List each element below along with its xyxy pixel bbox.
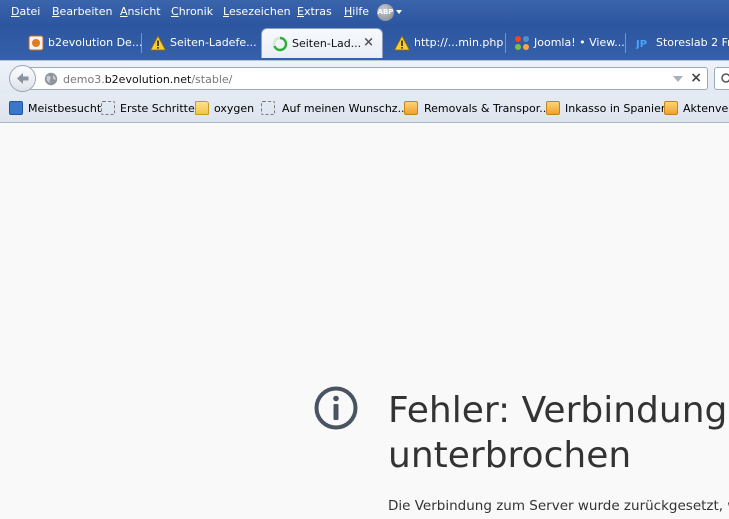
menu-label: earbeiten	[59, 5, 113, 18]
menu-hilfe[interactable]: Hilfe	[344, 5, 369, 18]
tab-label: b2evolution De...	[48, 36, 142, 49]
menu-extras[interactable]: Extras	[297, 5, 332, 18]
menu-label: atei	[19, 5, 41, 18]
b2evolution-favicon-icon	[28, 35, 44, 51]
menu-bar: Datei Bearbeiten Ansicht Chronik Lesezei…	[0, 0, 729, 25]
info-circle-icon	[314, 386, 358, 430]
url-history-dropdown-icon[interactable]	[673, 76, 683, 82]
blank-page-icon	[261, 101, 275, 115]
bookmark-label: Aktenverr	[683, 102, 729, 115]
search-icon	[721, 73, 729, 83]
page-content: Fehler: Verbindung unterbrochen Die Verb…	[0, 123, 729, 519]
rss-feed-icon	[664, 101, 678, 115]
tab-seiten-ladefehler[interactable]: Seiten-Ladefe...	[144, 31, 262, 55]
blank-page-icon	[101, 101, 115, 115]
warning-icon	[394, 35, 410, 51]
tab-storeslab[interactable]: JP Storeslab 2 Fr...	[630, 31, 729, 55]
tab-b2evolution[interactable]: b2evolution De...	[22, 31, 142, 55]
error-description: Die Verbindung zum Server wurde zurückge…	[388, 498, 729, 514]
navigation-bar: demo3.b2evolution.net/stable/ ×	[0, 60, 729, 95]
loading-spinner-icon	[272, 36, 288, 52]
bookmark-label: Erste Schritte	[120, 102, 195, 115]
menu-lesezeichen[interactable]: Lesezeichen	[223, 5, 291, 18]
rss-feed-icon	[404, 101, 418, 115]
url-path: /stable/	[191, 73, 233, 86]
menu-accel: C	[171, 5, 179, 18]
tab-separator	[505, 33, 506, 53]
menu-label: nsicht	[127, 5, 161, 18]
bookmark-label: Removals & Transpor...	[424, 102, 550, 115]
tab-strip: b2evolution De... Seiten-Ladefe... Seite…	[0, 25, 729, 60]
tab-active-seiten-laden[interactable]: Seiten-Lad... ×	[261, 28, 383, 58]
tab-separator	[625, 33, 626, 53]
menu-bearbeiten[interactable]: Bearbeiten	[52, 5, 112, 18]
bookmark-label: Inkasso in Spanien	[565, 102, 668, 115]
globe-icon	[44, 72, 58, 86]
menu-accel: E	[297, 5, 304, 18]
storeslab-favicon-icon: JP	[636, 39, 647, 50]
menu-label: ilfe	[352, 5, 370, 18]
most-visited-icon	[9, 101, 23, 115]
url-subdomain: demo3.	[63, 73, 105, 86]
back-button[interactable]	[9, 65, 36, 92]
adblock-plus-icon[interactable]: ABP	[377, 4, 394, 21]
address-bar[interactable]: demo3.b2evolution.net/stable/ ×	[30, 67, 708, 90]
close-tab-icon[interactable]: ×	[363, 35, 374, 50]
chevron-down-icon[interactable]	[396, 10, 402, 14]
menu-datei[interactable]: Datei	[11, 5, 40, 18]
warning-icon	[150, 35, 166, 51]
tab-label: Storeslab 2 Fr...	[656, 36, 729, 49]
menu-chronik[interactable]: Chronik	[171, 5, 213, 18]
url-text: demo3.b2evolution.net/stable/	[63, 73, 232, 86]
menu-accel: B	[52, 5, 60, 18]
menu-label: xtras	[303, 5, 332, 18]
tab-separator	[141, 33, 142, 53]
joomla-favicon-icon	[515, 36, 529, 50]
menu-label: hronik	[178, 5, 214, 18]
menu-label: esezeichen	[228, 5, 291, 18]
search-box[interactable]	[714, 67, 729, 90]
bookmark-label: Meistbesucht	[28, 102, 102, 115]
tab-admin-php[interactable]: http://...min.php	[388, 31, 506, 55]
url-host: b2evolution.net	[104, 73, 192, 86]
stop-loading-icon[interactable]: ×	[690, 70, 702, 86]
tab-label: Joomla! • View...	[534, 36, 625, 49]
bookmark-label: oxygen	[214, 102, 255, 115]
tab-label: Seiten-Ladefe...	[170, 36, 257, 49]
error-title: Fehler: Verbindung unterbrochen	[388, 390, 728, 476]
back-arrow-icon	[17, 73, 29, 84]
menu-accel: A	[120, 5, 128, 18]
tab-joomla[interactable]: Joomla! • View...	[508, 31, 626, 55]
tab-label: Seiten-Lad...	[292, 37, 362, 50]
rss-feed-icon	[546, 101, 560, 115]
folder-icon	[195, 101, 209, 115]
svg-text:JP: JP	[636, 39, 647, 50]
tab-label: http://...min.php	[414, 36, 504, 49]
bookmark-label: Auf meinen Wunschz...	[282, 102, 409, 115]
menu-ansicht[interactable]: Ansicht	[120, 5, 161, 18]
bookmarks-toolbar: Meistbesucht Erste Schritte oxygen Auf m…	[0, 94, 729, 123]
